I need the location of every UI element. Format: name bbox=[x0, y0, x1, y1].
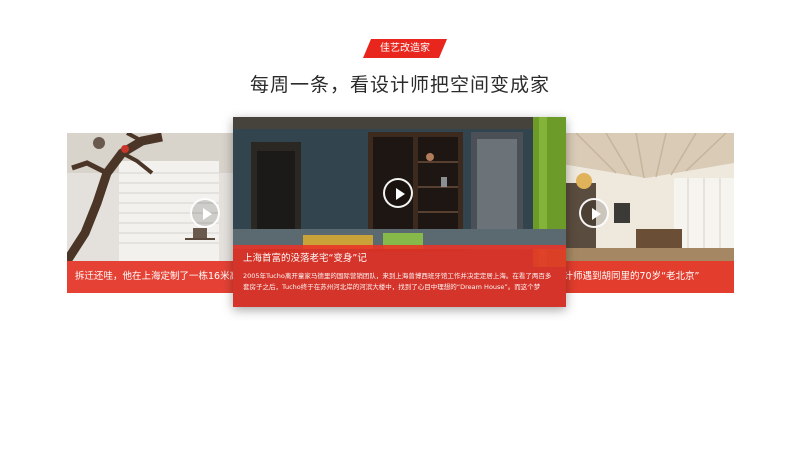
play-icon[interactable] bbox=[190, 198, 220, 228]
card-caption: 设计师遇到胡同里的70岁“老北京” bbox=[556, 261, 734, 293]
play-icon[interactable] bbox=[383, 178, 413, 208]
play-icon[interactable] bbox=[579, 198, 609, 228]
card-description: 2005年Tucho离开童家马德里的国际营销团队，来到上海曾博西班牙馆工作并决定… bbox=[243, 272, 552, 291]
card-caption: 拆迁还哇，他在上海定制了一栋16米高的 bbox=[67, 261, 245, 293]
card-title: 设计师遇到胡同里的70岁“老北京” bbox=[556, 271, 700, 282]
card-caption: 上海首富的没落老宅“变身”记 2005年Tucho离开童家马德里的国际营销团队，… bbox=[233, 245, 566, 307]
card-title: 上海首富的没落老宅“变身”记 bbox=[243, 253, 367, 264]
card-title: 拆迁还哇，他在上海定制了一栋16米高的 bbox=[75, 271, 245, 282]
page-headline: 每周一条，看设计师把空间变成家 bbox=[249, 74, 550, 96]
section-badge: 佳艺改造家 bbox=[363, 39, 447, 58]
video-card-center[interactable]: 上海首富的没落老宅“变身”记 2005年Tucho离开童家马德里的国际营销团队，… bbox=[233, 117, 566, 307]
